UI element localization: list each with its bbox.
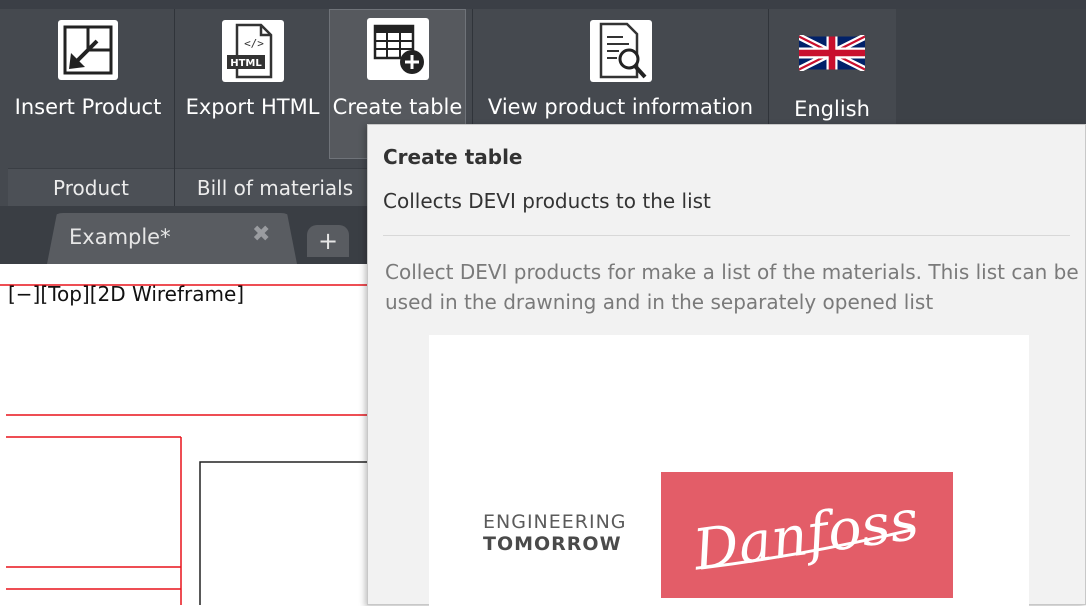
uk-flag-icon [797,33,867,75]
language-english-button[interactable]: English [772,9,892,130]
tooltip-subtitle: Collects DEVI products to the list [383,189,711,213]
insert-product-button[interactable]: Insert Product [8,9,168,130]
export-html-icon: </> HTML [221,19,285,87]
insert-product-label: Insert Product [14,95,162,119]
new-tab-button[interactable]: + [307,225,349,257]
language-english-label: English [794,97,870,121]
view-product-information-label: View product information [487,95,754,119]
tooltip-title: Create table [383,145,523,169]
close-tab-icon[interactable]: ✖ [252,222,270,247]
create-table-icon [366,17,430,85]
create-table-tooltip: Create table Collects DEVI products to t… [367,124,1086,606]
panel-title-product: Product [8,168,174,207]
document-tab[interactable]: Example* ✖ [47,213,297,264]
tooltip-description: Collect DEVI products for make a list of… [385,260,1079,314]
view-product-info-icon [589,19,653,87]
title-strip [0,0,1086,9]
export-html-label: Export HTML [185,95,320,119]
svg-text:HTML: HTML [230,58,262,69]
create-table-label: Create table [332,95,463,119]
svg-text:</>: </> [244,37,264,50]
panel-title-bill-of-materials: Bill of materials [175,168,375,207]
viewport-controls-label[interactable]: [−][Top][2D Wireframe] [8,282,244,306]
document-tab-label: Example* [69,225,171,249]
danfoss-logo: Danfoss [661,472,953,598]
tooltip-divider [383,235,1070,236]
insert-product-icon [57,19,119,85]
engineering-tomorrow-tagline: ENGINEERING TOMORROW [483,511,627,555]
export-html-button[interactable]: </> HTML Export HTML [180,9,325,130]
tooltip-brand-image: ENGINEERING TOMORROW Danfoss [429,335,1029,606]
view-product-information-button[interactable]: View product information [478,9,763,130]
